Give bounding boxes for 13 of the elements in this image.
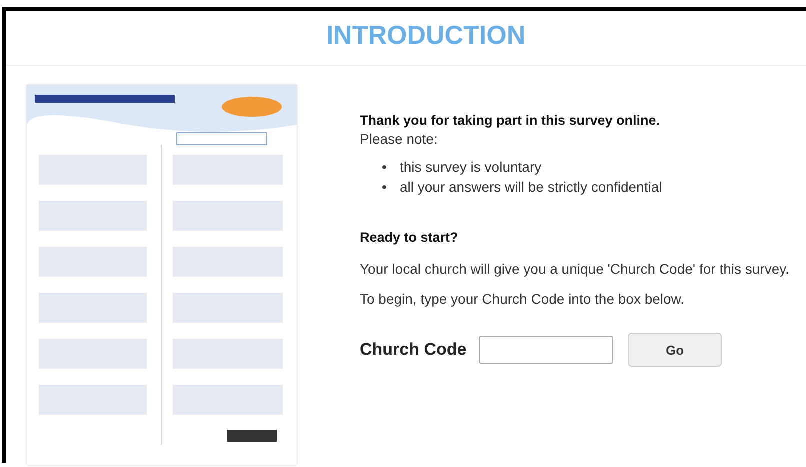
church-code-label: Church Code [360,340,468,360]
ready-heading: Ready to start? [360,229,460,247]
bullet-icon: • [382,157,400,177]
bullet-item: all your answers will be strictly confidential [400,178,662,197]
note-label: Please note: [360,130,439,148]
go-button[interactable]: Go [628,333,722,367]
page-title: INTRODUCTION [326,19,526,52]
church-code-field[interactable] [479,336,613,364]
instruction-text: To begin, type your Church Code into the box below. [360,290,686,308]
instruction-text: Your local church will give you a unique 'Church Code' for this survey. [360,260,790,278]
bullet-item: this survey is voluntary [400,158,542,177]
bullet-icon: • [382,177,400,197]
intro-heading: Thank you for taking part in this survey online. [360,112,662,130]
